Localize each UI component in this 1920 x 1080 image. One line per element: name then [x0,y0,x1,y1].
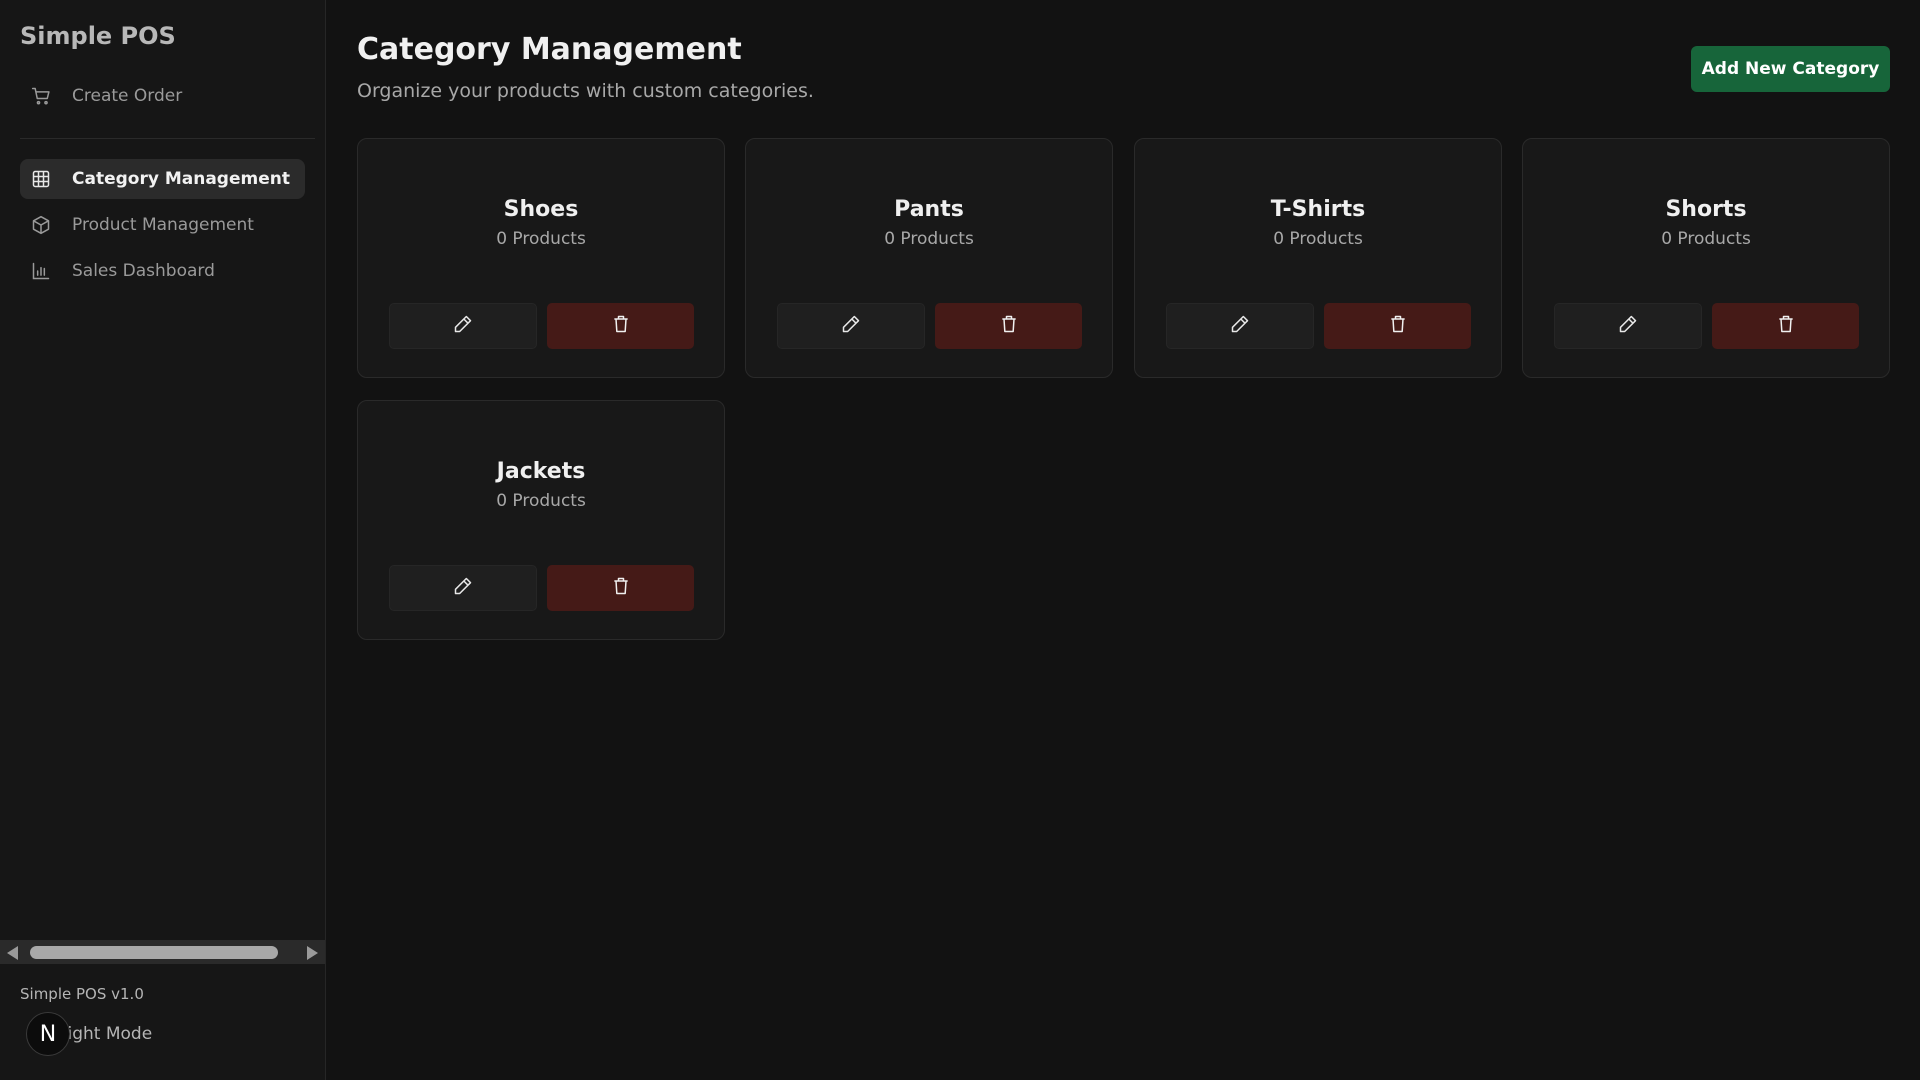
category-card: Shorts 0 Products [1522,138,1890,378]
category-card: T-Shirts 0 Products [1134,138,1502,378]
category-product-count: 0 Products [884,229,974,249]
edit-category-button[interactable] [389,565,537,611]
edit-category-button[interactable] [1166,303,1314,349]
app-version: Simple POS v1.0 [20,985,144,1003]
edit-category-button[interactable] [389,303,537,349]
nav-label-category-management: Category Management [72,169,290,189]
pencil-icon [1230,314,1250,338]
nav-item-product-management[interactable]: Product Management [20,205,305,245]
category-name: Shorts [1665,197,1747,222]
category-card: Jackets 0 Products [357,400,725,640]
sidebar: Simple POS Create Order Category Managem… [0,0,326,1080]
category-name: Shoes [503,197,579,222]
app-brand: Simple POS [20,22,176,50]
delete-category-button[interactable] [1324,303,1471,349]
nav-label-sales-dashboard: Sales Dashboard [72,261,215,281]
category-card: Pants 0 Products [745,138,1113,378]
box-icon [30,214,52,236]
category-product-count: 0 Products [496,229,586,249]
theme-mode-label: Light Mode [58,1024,153,1044]
trash-icon [611,576,631,600]
grid-icon [30,168,52,190]
scroll-right-arrow-icon[interactable] [307,946,318,960]
delete-category-button[interactable] [547,303,694,349]
theme-mode-toggle[interactable]: N Light Mode [26,1012,152,1056]
bar-chart-icon [30,260,52,282]
pencil-icon [453,576,473,600]
edit-category-button[interactable] [777,303,925,349]
category-card: Shoes 0 Products [357,138,725,378]
delete-category-button[interactable] [935,303,1082,349]
pencil-icon [841,314,861,338]
category-product-count: 0 Products [1273,229,1363,249]
pencil-icon [453,314,473,338]
pencil-icon [1618,314,1638,338]
delete-category-button[interactable] [547,565,694,611]
trash-icon [1388,314,1408,338]
trash-icon [1776,314,1796,338]
avatar[interactable]: N [26,1012,70,1056]
edit-category-button[interactable] [1554,303,1702,349]
nav-label-product-management: Product Management [72,215,254,235]
category-name: T-Shirts [1270,197,1366,222]
sidebar-horizontal-scrollbar[interactable] [0,940,325,964]
delete-category-button[interactable] [1712,303,1859,349]
trash-icon [999,314,1019,338]
category-name: Jackets [496,459,586,484]
scroll-left-arrow-icon[interactable] [7,946,18,960]
nav-item-category-management[interactable]: Category Management [20,159,305,199]
nav-item-sales-dashboard[interactable]: Sales Dashboard [20,251,305,291]
nav-item-create-order[interactable]: Create Order [20,76,305,116]
scrollbar-thumb[interactable] [30,946,278,959]
page-title: Category Management [357,32,742,67]
page-subtitle: Organize your products with custom categ… [357,80,814,102]
category-product-count: 0 Products [1661,229,1751,249]
cart-icon [30,85,52,107]
nav-divider [20,138,315,139]
category-name: Pants [894,197,964,222]
add-new-category-button[interactable]: Add New Category [1691,46,1890,92]
nav-label-create-order: Create Order [72,86,183,106]
category-product-count: 0 Products [496,491,586,511]
trash-icon [611,314,631,338]
